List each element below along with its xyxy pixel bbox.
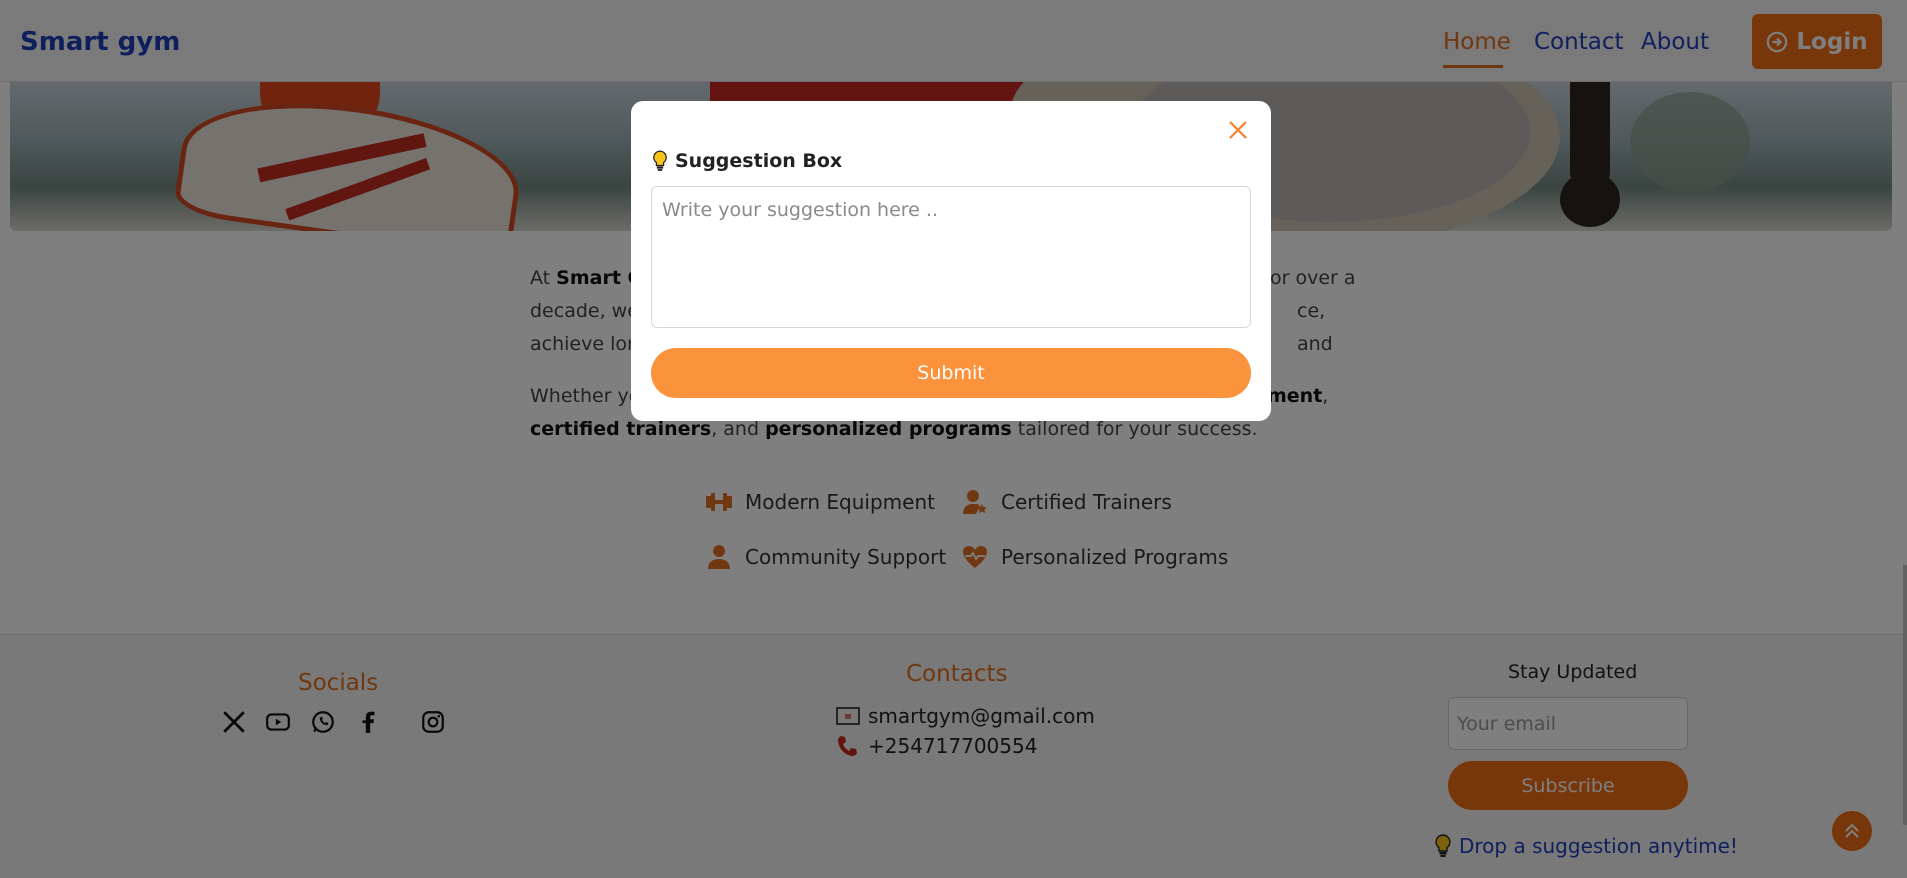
lightbulb-icon [653,150,667,171]
suggestion-textarea[interactable] [651,186,1251,328]
close-icon[interactable] [1223,115,1253,145]
submit-button[interactable]: Submit [651,348,1251,398]
suggestion-modal: Suggestion Box Submit [631,101,1271,421]
modal-title: Suggestion Box [651,150,842,172]
